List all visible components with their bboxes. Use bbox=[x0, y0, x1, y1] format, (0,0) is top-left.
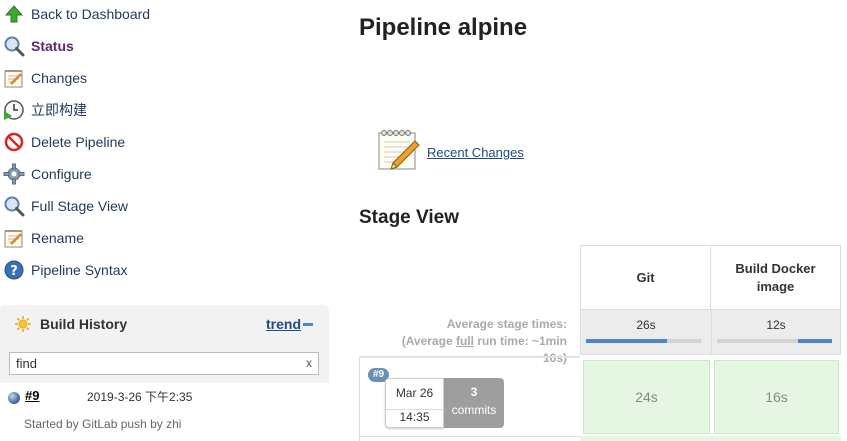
average-label-open: (Average bbox=[401, 334, 456, 348]
task-status[interactable]: Status bbox=[0, 30, 330, 62]
trend-bar-icon[interactable] bbox=[303, 323, 313, 326]
clock-play-icon bbox=[2, 98, 26, 122]
page-title: Pipeline alpine bbox=[359, 14, 528, 41]
build-cause: Started by GitLab push by zhi bbox=[24, 417, 182, 431]
gear-icon bbox=[2, 162, 26, 186]
task-label: Delete Pipeline bbox=[31, 134, 126, 150]
task-delete-pipeline[interactable]: Delete Pipeline bbox=[0, 126, 330, 158]
task-label: Status bbox=[31, 38, 74, 54]
task-label: Rename bbox=[31, 230, 84, 246]
average-progress-track bbox=[717, 339, 832, 343]
average-progress-fill bbox=[586, 339, 667, 343]
build-search-input[interactable] bbox=[16, 353, 296, 374]
up-arrow-icon bbox=[2, 2, 26, 26]
average-label-rest: run time: ~1min bbox=[473, 334, 567, 348]
task-label: Configure bbox=[31, 166, 92, 182]
next-row-stage-cells bbox=[580, 436, 841, 441]
build-history-title: Build History bbox=[40, 316, 128, 332]
recent-changes-link[interactable]: Recent Changes bbox=[427, 145, 524, 160]
build-number-link[interactable]: #9 bbox=[25, 388, 39, 403]
stage-cell-git[interactable]: 24s bbox=[583, 360, 710, 434]
task-changes[interactable]: Changes bbox=[0, 62, 330, 94]
task-label: Back to Dashboard bbox=[31, 6, 151, 22]
task-rename[interactable]: Rename bbox=[0, 222, 330, 254]
magnifier-icon bbox=[2, 194, 26, 218]
average-progress-track bbox=[586, 339, 701, 343]
stage-header-git: Git bbox=[580, 245, 711, 309]
notepad-icon bbox=[2, 226, 26, 250]
build-date: 2019-3-26 下午2:35 bbox=[87, 390, 193, 404]
task-label: Pipeline Syntax bbox=[31, 262, 128, 278]
average-time-value: 12s bbox=[766, 318, 786, 332]
average-label-prefix: Average stage times: bbox=[446, 317, 567, 331]
task-label: Changes bbox=[31, 70, 88, 86]
commits-label: commits bbox=[451, 403, 497, 417]
blue-ball-status-icon bbox=[8, 392, 20, 404]
commits-count: 3 bbox=[470, 385, 478, 399]
task-label: 立即构建 bbox=[31, 102, 87, 118]
build-history-panel: Build History trend x #9 2019-3-26 下午2:3… bbox=[0, 305, 329, 441]
divider bbox=[359, 436, 580, 437]
help-icon: ? bbox=[2, 258, 26, 282]
trend-link[interactable]: trend bbox=[266, 316, 301, 332]
stage-cell-build-docker-image[interactable]: 16s bbox=[714, 360, 839, 434]
stage-header-build-docker-image: Build Docker image bbox=[711, 245, 841, 309]
run-date: Mar 26 bbox=[395, 386, 434, 400]
task-label: Full Stage View bbox=[31, 198, 129, 214]
average-label-full: full bbox=[455, 334, 474, 348]
build-search-box: x bbox=[9, 352, 319, 375]
build-row: #9 2019-3-26 下午2:35 Started by GitLab pu… bbox=[0, 383, 329, 441]
clear-search-button[interactable]: x bbox=[306, 356, 312, 370]
average-time-build: 12s bbox=[711, 309, 841, 355]
task-configure[interactable]: Configure bbox=[0, 158, 330, 190]
svg-text:?: ? bbox=[10, 264, 18, 279]
average-progress-fill bbox=[797, 339, 832, 343]
magnifier-icon bbox=[2, 34, 26, 58]
average-time-git: 26s bbox=[580, 309, 711, 355]
run-date-box: Mar 26 14:35 bbox=[385, 378, 444, 428]
run-commits-button[interactable]: 3 commits bbox=[444, 378, 504, 428]
sidebar: Back to Dashboard Status Changes 立即构建 De… bbox=[0, 0, 330, 441]
task-full-stage-view[interactable]: Full Stage View bbox=[0, 190, 330, 222]
task-back-to-dashboard[interactable]: Back to Dashboard bbox=[0, 0, 330, 30]
task-build-now[interactable]: 立即构建 bbox=[0, 94, 330, 126]
build-history-header: Build History trend bbox=[0, 305, 329, 343]
no-entry-icon bbox=[2, 130, 26, 154]
sun-icon bbox=[14, 315, 32, 333]
notepad-pencil-icon bbox=[375, 127, 421, 173]
average-time-value: 26s bbox=[636, 318, 656, 332]
task-pipeline-syntax[interactable]: ? Pipeline Syntax bbox=[0, 254, 330, 286]
run-time: 14:35 bbox=[386, 409, 443, 424]
notepad-icon bbox=[2, 66, 26, 90]
stage-view-title: Stage View bbox=[359, 207, 459, 228]
